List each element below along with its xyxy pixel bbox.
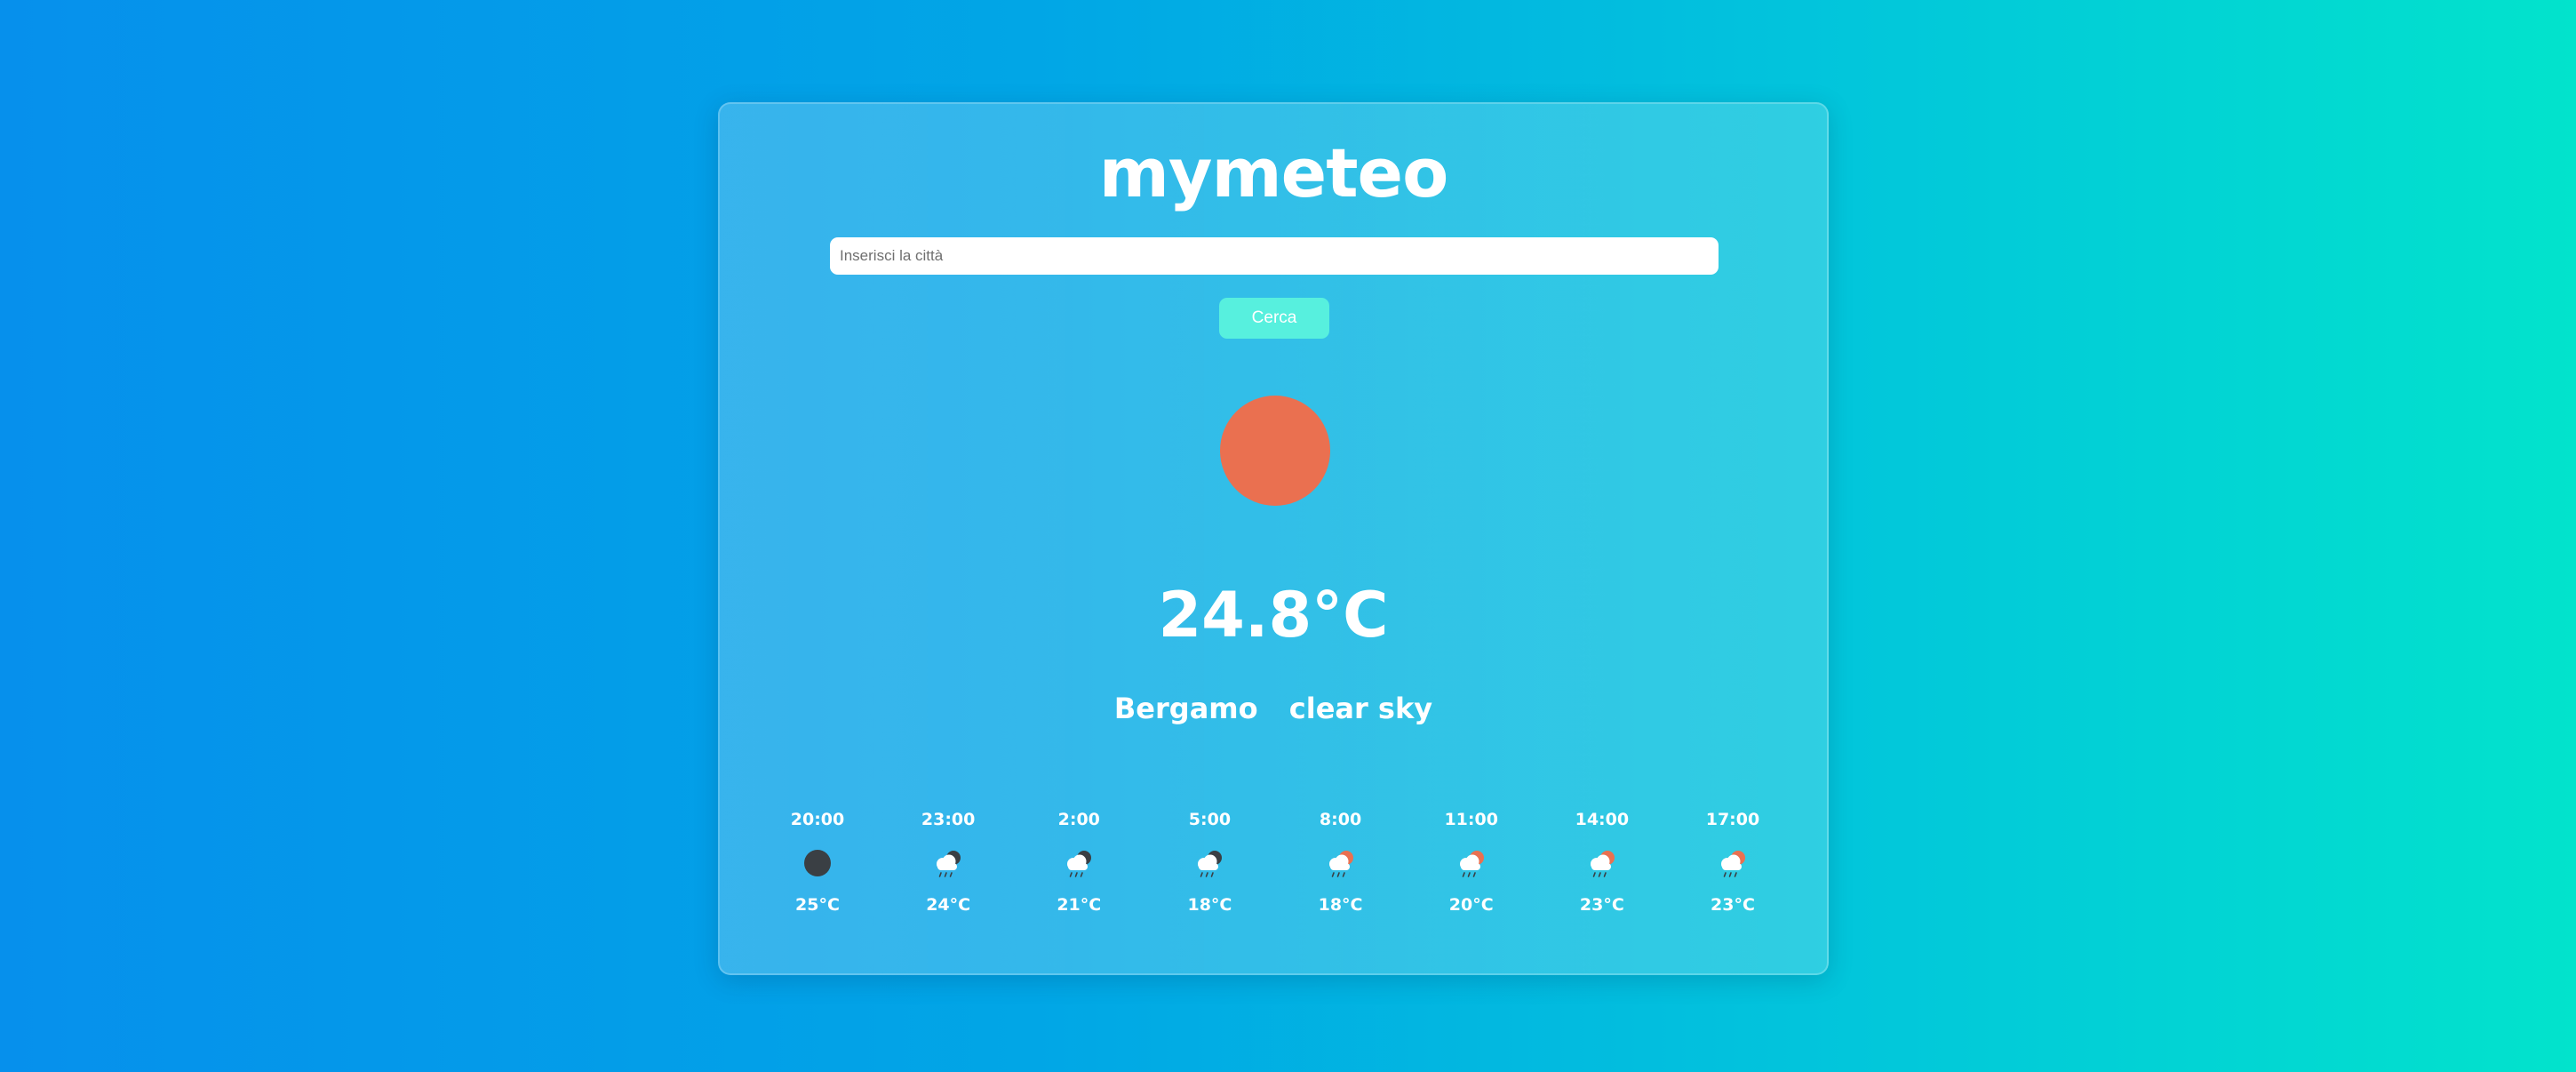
forecast-temp: 23°C — [1711, 895, 1755, 915]
forecast-time: 11:00 — [1444, 810, 1498, 829]
app-title: mymeteo — [1098, 133, 1449, 212]
forecast-temp: 18°C — [1187, 895, 1232, 915]
search-button[interactable]: Cerca — [1219, 298, 1329, 339]
forecast-time: 5:00 — [1188, 810, 1232, 829]
forecast-time: 8:00 — [1319, 810, 1362, 829]
city-name: Bergamo — [1113, 692, 1258, 725]
current-temperature: 24.8°C — [1158, 579, 1389, 652]
forecast-time: 23:00 — [921, 810, 976, 829]
forecast-temp: 25°C — [795, 895, 840, 915]
day-rain-icon — [1720, 851, 1745, 877]
forecast-time: 17:00 — [1705, 810, 1760, 829]
forecast-item: 20:00 25°C — [773, 806, 862, 918]
forecast-item: 8:00 18°C — [1296, 806, 1385, 918]
forecast-temp: 24°C — [926, 895, 971, 915]
location-row: Bergamo clear sky — [720, 686, 1827, 731]
night-rain-icon — [1067, 851, 1092, 877]
forecast-item: 17:00 23°C — [1688, 806, 1777, 918]
forecast-item: 14:00 23°C — [1558, 806, 1647, 918]
night-rain-icon — [937, 851, 961, 877]
day-rain-icon — [1590, 851, 1615, 877]
forecast-temp: 20°C — [1448, 895, 1494, 915]
weather-description: clear sky — [1288, 692, 1433, 725]
forecast-item: 5:00 18°C — [1165, 806, 1254, 918]
forecast-temp: 21°C — [1057, 895, 1102, 915]
weather-card: mymeteo Cerca 24.8°C Bergamo clear sky 2… — [718, 102, 1829, 975]
night-rain-icon — [1198, 851, 1223, 877]
day-rain-icon — [1459, 851, 1484, 877]
day-rain-icon — [1328, 851, 1353, 877]
forecast-time: 20:00 — [790, 810, 845, 829]
forecast-time: 14:00 — [1575, 810, 1630, 829]
forecast-time: 2:00 — [1057, 810, 1100, 829]
hourly-forecast: 20:00 25°C 23:00 24°C 2:00 21°C 5:00 18°… — [773, 806, 1777, 918]
forecast-item: 23:00 24°C — [904, 806, 993, 918]
forecast-item: 11:00 20°C — [1427, 806, 1516, 918]
forecast-item: 2:00 21°C — [1034, 806, 1123, 918]
sun-icon — [1220, 396, 1330, 506]
city-search-input[interactable] — [830, 237, 1719, 275]
forecast-temp: 18°C — [1318, 895, 1363, 915]
moon-icon — [804, 850, 831, 876]
forecast-temp: 23°C — [1579, 895, 1624, 915]
